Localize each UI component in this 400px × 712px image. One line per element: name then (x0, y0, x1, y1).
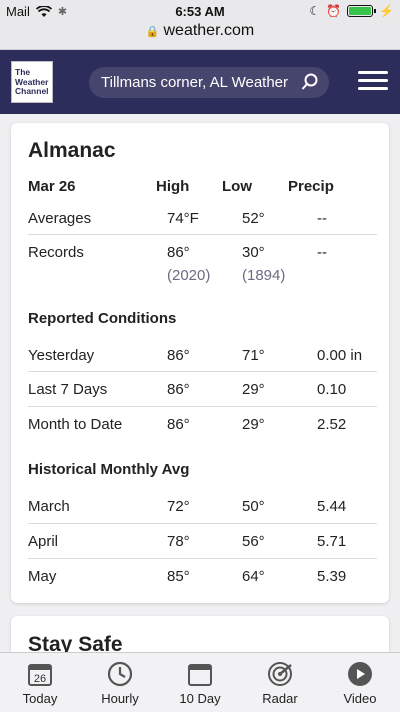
row-label: May (28, 568, 57, 585)
high-value: 85° (167, 568, 190, 585)
high-value: 72° (167, 498, 190, 515)
nav-hourly[interactable]: Hourly (80, 653, 160, 712)
row-label: April (28, 533, 59, 550)
hamburger-menu-icon[interactable] (358, 71, 388, 93)
low-value: 50° (242, 498, 265, 515)
search-icon[interactable] (301, 73, 319, 91)
precip-value: -- (317, 210, 327, 227)
low-value: 29° (242, 381, 265, 398)
row-label: Averages (28, 210, 92, 227)
address-bar[interactable]: 🔒 weather.com (0, 22, 400, 40)
low-value: 71° (242, 347, 265, 364)
records-row: Records 86° (2020) 30° (1894) -- (28, 244, 377, 289)
high-year: (2020) (167, 267, 211, 284)
site-header: The Weather Channel Tillmans corner, AL … (0, 50, 400, 114)
row-label: Records (28, 244, 84, 261)
precip-value: 0.00 in (317, 347, 363, 364)
divider (28, 558, 377, 559)
low-value: 52° (242, 210, 265, 227)
almanac-title: Almanac (28, 139, 116, 162)
high-value: 78° (167, 533, 190, 550)
nav-10-day[interactable]: 10 Day (160, 653, 240, 712)
nav-label: Radar (262, 691, 298, 706)
low-value: 64° (242, 568, 265, 585)
play-icon (348, 662, 372, 686)
almanac-card: Almanac Mar 26 High Low Precip Averages … (11, 123, 389, 603)
divider (28, 406, 377, 407)
row-label: Month to Date (28, 416, 123, 433)
nav-label: Today (22, 691, 58, 706)
row-label: Last 7 Days (28, 381, 108, 398)
browser-top-bar: Mail ✱ 6:53 AM ☾ ⏰ ⚡ 🔒 weather.com (0, 0, 400, 50)
high-value: 86° (167, 381, 190, 398)
precip-header: Precip (288, 178, 334, 195)
divider (28, 234, 377, 235)
precip-value: -- (317, 244, 327, 261)
reported-conditions-heading: Reported Conditions (28, 310, 177, 327)
location-search[interactable]: Tillmans corner, AL Weather (89, 67, 329, 98)
high-header: High (156, 178, 190, 195)
low-year: (1894) (242, 267, 286, 284)
divider (28, 371, 377, 372)
date-header: Mar 26 (28, 178, 76, 195)
historical-monthly-avg-heading: Historical Monthly Avg (28, 461, 190, 478)
precip-value: 5.39 (317, 568, 347, 585)
moon-icon: ☾ (309, 4, 321, 18)
precip-value: 0.10 (317, 381, 347, 398)
weather-channel-logo[interactable]: The Weather Channel (11, 61, 53, 103)
nav-label: Video (343, 691, 377, 706)
precip-value: 2.52 (317, 416, 347, 433)
radar-icon (268, 662, 292, 686)
charging-icon: ⚡ (379, 4, 394, 18)
status-bar: Mail ✱ 6:53 AM ☾ ⏰ ⚡ (0, 0, 400, 22)
high-value: 74°F (167, 210, 199, 227)
alarm-icon: ⏰ (326, 4, 342, 18)
logo-text: The Weather Channel (15, 67, 49, 96)
precip-value: 5.71 (317, 533, 347, 550)
nav-video[interactable]: Video (320, 653, 400, 712)
nav-today[interactable]: 26 Today (0, 653, 80, 712)
row-label: Yesterday (28, 347, 95, 364)
calendar-icon (188, 664, 212, 686)
high-value: 86° (167, 416, 190, 433)
nav-label: Hourly (101, 691, 139, 706)
low-value: 56° (242, 533, 265, 550)
nav-label: 10 Day (179, 691, 221, 706)
high-value: 86° (167, 244, 190, 261)
precip-value: 5.44 (317, 498, 347, 515)
nav-radar[interactable]: Radar (240, 653, 320, 712)
url-text: weather.com (163, 22, 255, 39)
low-header: Low (222, 178, 252, 195)
high-value: 86° (167, 347, 190, 364)
bottom-navigation: 26 Today Hourly 10 Day Radar Video (0, 652, 400, 712)
row-label: March (28, 498, 70, 515)
battery-icon (347, 5, 377, 17)
calendar-day-icon: 26 (28, 664, 52, 686)
divider (28, 523, 377, 524)
low-value: 30° (242, 244, 265, 261)
clock-icon (107, 661, 133, 687)
search-text: Tillmans corner, AL Weather (101, 74, 289, 91)
low-value: 29° (242, 416, 265, 433)
today-date: 26 (34, 673, 46, 685)
lock-icon: 🔒 (145, 26, 160, 38)
